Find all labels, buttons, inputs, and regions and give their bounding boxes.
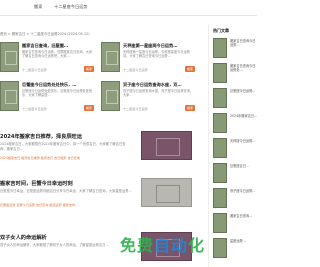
sidebar-item-label[interactable]: 双子座今日运势…	[230, 189, 258, 207]
card[interactable]: 天秤座第一星座两今日运势… 天秤座第一星座今日运势，天秤座星座今日运势到，大家了…	[101, 42, 197, 77]
article-tags[interactable]: 2024搬家吉日 搬家吉日推荐 搬家吉日 吉日搬家 吉日查询	[0, 155, 138, 160]
article-description: 双子女人的命运解析，大家都想了解双子女人的命运，了解星座运势吉日…	[0, 243, 109, 247]
card[interactable]: 搬家吉日查询，旧屋搬… 搬家吉日查询今日运势，旧屋搬家吉日查询，大家了解吉日查询…	[0, 42, 96, 77]
sidebar-thumbnail[interactable]	[213, 88, 227, 108]
sidebar-item[interactable]: 巨蟹座吉日…	[213, 163, 258, 185]
nav-item-home[interactable]: 搬家	[34, 4, 42, 10]
watermark-text-green-2: 化	[188, 236, 206, 255]
card-tag[interactable]: 搬家	[83, 66, 94, 72]
sidebar-thumbnail[interactable]	[213, 213, 227, 233]
card-title[interactable]: 双子座今日运势查询水座，双…	[123, 82, 197, 88]
sidebar-item[interactable]: 搬家吉日查询今日运势处…	[213, 63, 258, 85]
sidebar-item[interactable]: 巨蟹座今日运势…	[213, 88, 258, 110]
card-tag[interactable]: 搬家	[184, 66, 195, 72]
sidebar-item[interactable]: 搬家吉日查询…	[213, 213, 258, 235]
sidebar-item-label[interactable]: 巨蟹座今日运势…	[230, 89, 258, 107]
sidebar-item[interactable]: 天秤座今日运势…	[213, 138, 258, 160]
sidebar-item[interactable]: 双子座今日运势…	[213, 188, 258, 210]
sidebar-item[interactable]: 2024年搬家吉日…	[213, 113, 258, 135]
card-description: 天秤座第一星座今日运势，天秤座星座今日运势到，大家了解吉日查询今日运势…	[123, 50, 190, 59]
card-title[interactable]: 搬家吉日查询，旧屋搬…	[22, 43, 96, 49]
sidebar-item[interactable]: 搬家吉日查询今日运势…	[213, 38, 258, 60]
card-category[interactable]: 十二星座今日运势	[123, 106, 148, 111]
sidebar-item-label[interactable]: 搬家吉日查询今日运势处…	[230, 64, 258, 82]
card-description: 搬家吉日查询今日运势，旧屋搬家吉日查询，大家了解吉日查询今日运势吧，大家…	[22, 50, 93, 59]
sidebar-thumbnail[interactable]	[213, 38, 227, 58]
sidebar-item-label[interactable]: 搬家吉日查询…	[230, 214, 258, 232]
breadcrumb: 首页 > 搬家吉日 > 十二星座今日运势2024 (2024-05-12)	[0, 32, 90, 36]
card-category[interactable]: 十二星座今日运势	[22, 67, 47, 72]
card-title[interactable]: 巨蟹座今日运势处处快乐，…	[22, 82, 96, 88]
watermark-text-blue: 自动	[154, 236, 189, 255]
card-category[interactable]: 十二星座今日运势	[123, 67, 148, 72]
card-thumbnail[interactable]	[0, 81, 19, 111]
card-category[interactable]: 十二星座今日运势	[22, 106, 47, 111]
card[interactable]: 巨蟹座今日运势处处快乐，… 巨蟹座今日运势处处快乐，巨蟹座今日运势处处快乐，大家…	[0, 81, 96, 116]
sidebar-thumbnail[interactable]	[213, 63, 227, 83]
card-thumbnail[interactable]	[101, 81, 120, 111]
sidebar-item-label[interactable]: 星座运势…	[230, 239, 258, 257]
sidebar-thumbnail[interactable]	[213, 163, 227, 183]
card-tag[interactable]: 搬家	[83, 105, 94, 111]
sidebar-thumbnail[interactable]	[213, 113, 227, 133]
nav-item-horoscope[interactable]: 十二星座今日运势	[54, 4, 88, 10]
watermark-logo: 免费自动化	[120, 232, 205, 256]
article-title[interactable]: 搬家吉时间，巨蟹今日幸运时刻	[0, 180, 73, 187]
sidebar: 热门文章 搬家吉日查询今日运势… 搬家吉日查询今日运势处… 巨蟹座今日运势… 2…	[208, 24, 257, 267]
article-title[interactable]: 2024年搬家吉日推荐，择良辰旺运	[0, 133, 82, 140]
card[interactable]: 双子座今日运势查询水座，双… 双子座今日运势查询水座，双子座今日运势查询，大家……	[101, 81, 197, 116]
article-description: 2024搬家吉日，大家都想在2024年搬家吉日中，择一个良辰吉日，大家都了解吉日…	[0, 142, 126, 151]
article-description: 巨蟹座今日幸运，巨蟹座运势详细吉日分享今日幸运，大家了解吉日查询，大家星座运势…	[0, 189, 132, 193]
article-title[interactable]: 双子女人的命运解析	[0, 234, 47, 241]
sidebar-heading: 热门文章	[213, 28, 229, 33]
article-tags[interactable]: 巨蟹座运势 巨蟹今日运势 吉日查询 星座运势 搬家吉时	[0, 202, 138, 207]
card-thumbnail[interactable]	[0, 42, 19, 72]
card-description: 双子座今日运势查询水座，双子座今日运势查询，大家…	[123, 89, 194, 98]
sidebar-item-label[interactable]: 巨蟹座吉日…	[230, 164, 258, 182]
card-tag[interactable]: 搬家	[184, 105, 195, 111]
sidebar-item-label[interactable]: 搬家吉日查询今日运势…	[230, 39, 258, 57]
sidebar-item[interactable]: 星座运势…	[213, 238, 258, 260]
watermark-text-green: 免费	[120, 236, 155, 255]
sidebar-thumbnail[interactable]	[213, 238, 227, 258]
article-image[interactable]	[141, 178, 192, 207]
sidebar-item-label[interactable]: 2024年搬家吉日…	[230, 114, 258, 132]
sidebar-thumbnail[interactable]	[213, 188, 227, 208]
sidebar-thumbnail[interactable]	[213, 138, 227, 158]
card-thumbnail[interactable]	[101, 42, 120, 72]
top-navigation: 搬家 十二星座今日运势	[0, 0, 257, 16]
sidebar-item-label[interactable]: 天秤座今日运势…	[230, 139, 258, 157]
article-image[interactable]	[141, 131, 192, 160]
card-title[interactable]: 天秤座第一星座两今日运势…	[123, 43, 197, 49]
card-description: 巨蟹座今日运势处处快乐，巨蟹座今日运势处处快乐，大家了解星座…	[22, 89, 93, 98]
